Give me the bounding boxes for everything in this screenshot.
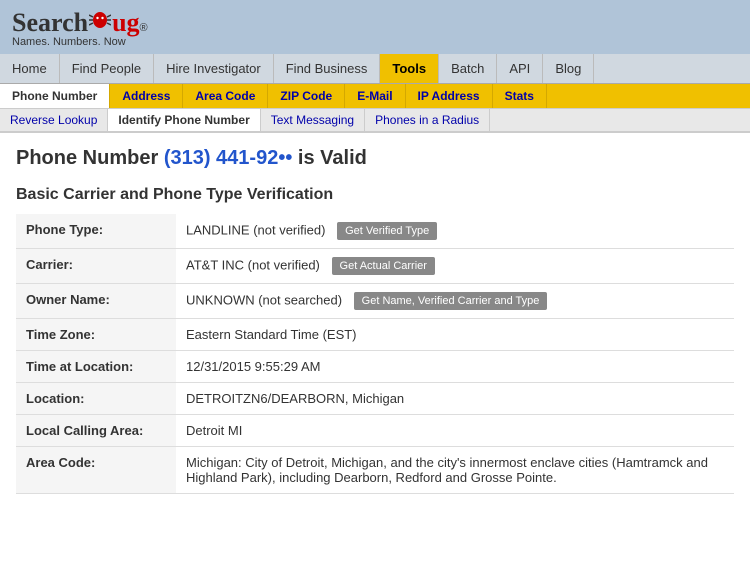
subnav2-reverse-lookup[interactable]: Reverse Lookup <box>0 109 108 131</box>
subnav1-stats[interactable]: Stats <box>493 84 547 108</box>
table-row: Location: DETROITZN6/DEARBORN, Michigan <box>16 383 734 415</box>
main-navigation: Home Find People Hire Investigator Find … <box>0 54 750 84</box>
bug-icon <box>89 7 111 29</box>
subnav1-email[interactable]: E-Mail <box>345 84 405 108</box>
nav-api[interactable]: API <box>497 54 543 83</box>
sub-navigation-2: Reverse Lookup Identify Phone Number Tex… <box>0 109 750 133</box>
sub-navigation-1: Phone Number Address Area Code ZIP Code … <box>0 84 750 109</box>
nav-find-people[interactable]: Find People <box>60 54 154 83</box>
label-local-calling-area: Local Calling Area: <box>16 415 176 447</box>
logo-text-bug: ug <box>112 8 139 38</box>
nav-tools[interactable]: Tools <box>380 54 439 83</box>
logo-tagline: Names. Numbers. Now <box>12 36 148 48</box>
title-suffix: is Valid <box>298 147 367 169</box>
nav-batch[interactable]: Batch <box>439 54 497 83</box>
section-title: Basic Carrier and Phone Type Verificatio… <box>16 186 734 204</box>
get-actual-carrier-button[interactable]: Get Actual Carrier <box>332 257 435 275</box>
value-carrier: AT&T INC (not verified) Get Actual Carri… <box>176 249 734 284</box>
label-time-at-location: Time at Location: <box>16 351 176 383</box>
table-row: Phone Type: LANDLINE (not verified) Get … <box>16 214 734 249</box>
value-phone-type: LANDLINE (not verified) Get Verified Typ… <box>176 214 734 249</box>
label-area-code: Area Code: <box>16 447 176 494</box>
nav-home[interactable]: Home <box>0 54 60 83</box>
logo-registered: ® <box>140 22 148 34</box>
value-time-at-location: 12/31/2015 9:55:29 AM <box>176 351 734 383</box>
subnav1-area-code[interactable]: Area Code <box>183 84 268 108</box>
subnav2-text-messaging[interactable]: Text Messaging <box>261 109 365 131</box>
get-verified-type-button[interactable]: Get Verified Type <box>337 222 437 240</box>
title-prefix: Phone Number <box>16 147 158 169</box>
nav-find-business[interactable]: Find Business <box>274 54 381 83</box>
logo: Search ug ® Names. Numbers. Now <box>12 8 148 48</box>
label-owner-name: Owner Name: <box>16 284 176 319</box>
info-table: Phone Type: LANDLINE (not verified) Get … <box>16 214 734 494</box>
label-location: Location: <box>16 383 176 415</box>
logo-text-search: Search <box>12 8 88 38</box>
table-row: Carrier: AT&T INC (not verified) Get Act… <box>16 249 734 284</box>
subnav1-phone-number[interactable]: Phone Number <box>0 84 110 108</box>
subnav2-phones-radius[interactable]: Phones in a Radius <box>365 109 490 131</box>
table-row: Local Calling Area: Detroit MI <box>16 415 734 447</box>
value-owner-name: UNKNOWN (not searched) Get Name, Verifie… <box>176 284 734 319</box>
subnav2-identify-phone[interactable]: Identify Phone Number <box>108 109 260 131</box>
table-row: Time Zone: Eastern Standard Time (EST) <box>16 319 734 351</box>
nav-blog[interactable]: Blog <box>543 54 594 83</box>
site-header: Search ug ® Names. Numbers. Now <box>0 0 750 54</box>
subnav1-ip-address[interactable]: IP Address <box>406 84 493 108</box>
get-name-verified-button[interactable]: Get Name, Verified Carrier and Type <box>354 292 548 310</box>
value-location: DETROITZN6/DEARBORN, Michigan <box>176 383 734 415</box>
main-content: Phone Number (313) 441-92•• is Valid Bas… <box>0 133 750 508</box>
value-local-calling-area: Detroit MI <box>176 415 734 447</box>
table-row: Owner Name: UNKNOWN (not searched) Get N… <box>16 284 734 319</box>
label-time-zone: Time Zone: <box>16 319 176 351</box>
subnav1-address[interactable]: Address <box>110 84 183 108</box>
label-phone-type: Phone Type: <box>16 214 176 249</box>
subnav1-zip-code[interactable]: ZIP Code <box>268 84 345 108</box>
value-area-code: Michigan: City of Detroit, Michigan, and… <box>176 447 734 494</box>
value-time-zone: Eastern Standard Time (EST) <box>176 319 734 351</box>
table-row: Area Code: Michigan: City of Detroit, Mi… <box>16 447 734 494</box>
nav-hire-investigator[interactable]: Hire Investigator <box>154 54 274 83</box>
phone-number-display: (313) 441-92•• <box>164 147 293 169</box>
table-row: Time at Location: 12/31/2015 9:55:29 AM <box>16 351 734 383</box>
label-carrier: Carrier: <box>16 249 176 284</box>
page-title: Phone Number (313) 441-92•• is Valid <box>16 147 734 170</box>
